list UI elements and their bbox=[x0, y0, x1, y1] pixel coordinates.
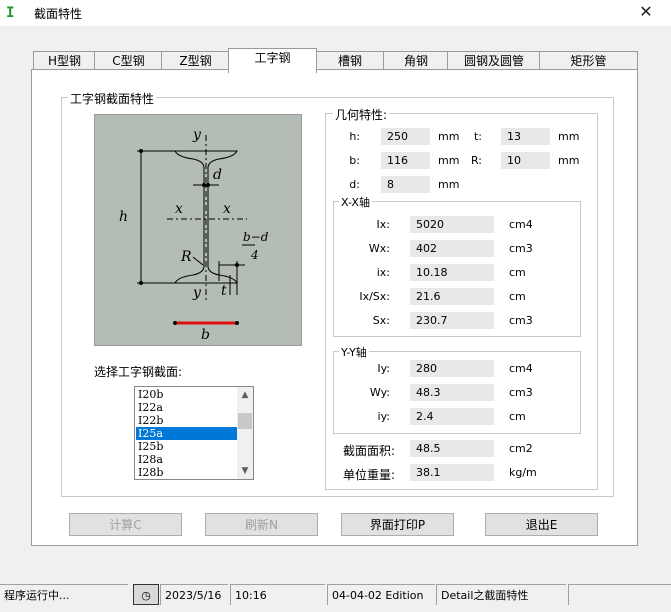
close-icon: ✕ bbox=[639, 2, 653, 21]
exit-button[interactable]: 退出E bbox=[485, 513, 598, 536]
label-y-top: y bbox=[192, 127, 202, 143]
ix-sx-unit: cm bbox=[509, 290, 526, 303]
status-date: 2023/5/16 bbox=[160, 584, 228, 605]
label-bd-denominator: 4 bbox=[250, 248, 259, 262]
scroll-down-icon[interactable]: ▼ bbox=[239, 465, 251, 477]
iy-unit: cm4 bbox=[509, 362, 533, 375]
wx-unit: cm3 bbox=[509, 242, 533, 255]
xx-axis-legend: X-X轴 bbox=[339, 194, 372, 210]
r-label: R: bbox=[470, 154, 482, 167]
tab-h-steel[interactable]: H型钢 bbox=[33, 51, 96, 71]
sx-value: 230.7 bbox=[410, 312, 494, 329]
tab-round-pipe[interactable]: 圆钢及圆管 bbox=[447, 51, 541, 71]
radius-x-value: 10.18 bbox=[410, 264, 494, 281]
close-button[interactable]: ✕ bbox=[626, 0, 666, 24]
label-h: h bbox=[119, 209, 128, 225]
list-item[interactable]: I28b bbox=[136, 466, 238, 479]
t-unit: mm bbox=[558, 130, 580, 143]
r-unit: mm bbox=[558, 154, 580, 167]
area-label: 截面面积: bbox=[342, 444, 395, 458]
window-title: 截面特性 bbox=[34, 7, 83, 21]
d-value: 8 bbox=[381, 176, 430, 193]
ix-value: 5020 bbox=[410, 216, 494, 233]
tab-rect-tube[interactable]: 矩形管 bbox=[539, 51, 638, 71]
wx-value: 402 bbox=[410, 240, 494, 257]
label-t: t bbox=[221, 283, 227, 299]
list-caption: 选择工字钢截面: bbox=[94, 365, 183, 379]
radius-x-label: ix: bbox=[376, 266, 390, 279]
iy-label: Iy: bbox=[377, 362, 390, 375]
app-icon: I bbox=[6, 5, 15, 21]
i-beam-drawing: y y x x h d R t b b−d 4 bbox=[119, 127, 269, 343]
t-label: t: bbox=[473, 130, 482, 143]
tab-c-steel[interactable]: C型钢 bbox=[94, 51, 163, 71]
b-value: 116 bbox=[381, 152, 430, 169]
calculate-button[interactable]: 计算C bbox=[69, 513, 182, 536]
list-item-selected[interactable]: I25a bbox=[136, 427, 238, 440]
list-item[interactable]: I20b bbox=[136, 388, 238, 401]
ix-sx-value: 21.6 bbox=[410, 288, 494, 305]
wx-label: Wx: bbox=[368, 242, 390, 255]
status-detail: Detail之截面特性 bbox=[436, 584, 566, 605]
ix-sx-label: Ix/Sx: bbox=[359, 290, 390, 303]
sx-unit: cm3 bbox=[509, 314, 533, 327]
area-unit: cm2 bbox=[509, 442, 533, 455]
area-value: 48.5 bbox=[410, 440, 494, 457]
radius-x-unit: cm bbox=[509, 266, 526, 279]
list-item[interactable]: I25b bbox=[136, 440, 238, 453]
label-b: b bbox=[201, 327, 210, 343]
radius-y-label: iy: bbox=[377, 410, 390, 423]
sx-label: Sx: bbox=[372, 314, 390, 327]
tab-i-beam[interactable]: 工字钢 bbox=[228, 48, 317, 73]
d-unit: mm bbox=[438, 178, 460, 191]
label-bd-numerator: b−d bbox=[243, 230, 269, 244]
tab-angle[interactable]: 角钢 bbox=[383, 51, 449, 71]
radius-y-unit: cm bbox=[509, 410, 526, 423]
wy-label: Wy: bbox=[369, 386, 390, 399]
d-label: d: bbox=[349, 178, 360, 191]
label-x-left: x bbox=[175, 201, 183, 217]
label-x-right: x bbox=[223, 201, 231, 217]
i-beam-diagram: y y x x h d R t b b−d 4 bbox=[94, 114, 302, 346]
geometry-legend: 几何特性: bbox=[333, 106, 390, 123]
weight-value: 38.1 bbox=[410, 464, 494, 481]
list-item[interactable]: I22a bbox=[136, 401, 238, 414]
yy-axis-legend: Y-Y轴 bbox=[339, 344, 369, 360]
radius-y-value: 2.4 bbox=[410, 408, 494, 425]
r-value: 10 bbox=[501, 152, 550, 169]
label-d: d bbox=[213, 167, 222, 183]
scroll-up-icon[interactable]: ▲ bbox=[239, 389, 251, 401]
label-y-bottom: y bbox=[192, 285, 202, 301]
b-unit: mm bbox=[438, 154, 460, 167]
weight-unit: kg/m bbox=[509, 466, 537, 479]
ix-label: Ix: bbox=[376, 218, 390, 231]
section-properties-legend: 工字钢截面特性 bbox=[68, 90, 157, 107]
h-value: 250 bbox=[381, 128, 430, 145]
t-value: 13 bbox=[501, 128, 550, 145]
label-r: R bbox=[180, 249, 192, 265]
list-scrollbar[interactable]: ▲ ▼ bbox=[237, 387, 253, 479]
clock-icon: ◷ bbox=[133, 584, 159, 605]
list-item[interactable]: I22b bbox=[136, 414, 238, 427]
status-time: 10:16 bbox=[230, 584, 325, 605]
tab-channel[interactable]: 槽钢 bbox=[315, 51, 385, 71]
print-button[interactable]: 界面打印P bbox=[341, 513, 454, 536]
scroll-thumb[interactable] bbox=[238, 413, 252, 429]
tab-z-steel[interactable]: Z型钢 bbox=[161, 51, 230, 71]
status-empty bbox=[568, 584, 671, 605]
b-label: b: bbox=[349, 154, 360, 167]
status-edition: 04-04-02 Edition bbox=[327, 584, 435, 605]
status-state: 程序运行中... bbox=[0, 584, 128, 605]
section-listbox[interactable]: I20b I22a I22b I25a I25b I28a I28b ▲ ▼ bbox=[134, 386, 254, 480]
h-unit: mm bbox=[438, 130, 460, 143]
wy-value: 48.3 bbox=[410, 384, 494, 401]
list-item[interactable]: I28a bbox=[136, 453, 238, 466]
h-label: h: bbox=[349, 130, 360, 143]
refresh-button[interactable]: 刷新N bbox=[205, 513, 318, 536]
weight-label: 单位重量: bbox=[342, 468, 395, 482]
wy-unit: cm3 bbox=[509, 386, 533, 399]
iy-value: 280 bbox=[410, 360, 494, 377]
ix-unit: cm4 bbox=[509, 218, 533, 231]
title-bar: I 截面特性 ✕ bbox=[0, 0, 671, 26]
